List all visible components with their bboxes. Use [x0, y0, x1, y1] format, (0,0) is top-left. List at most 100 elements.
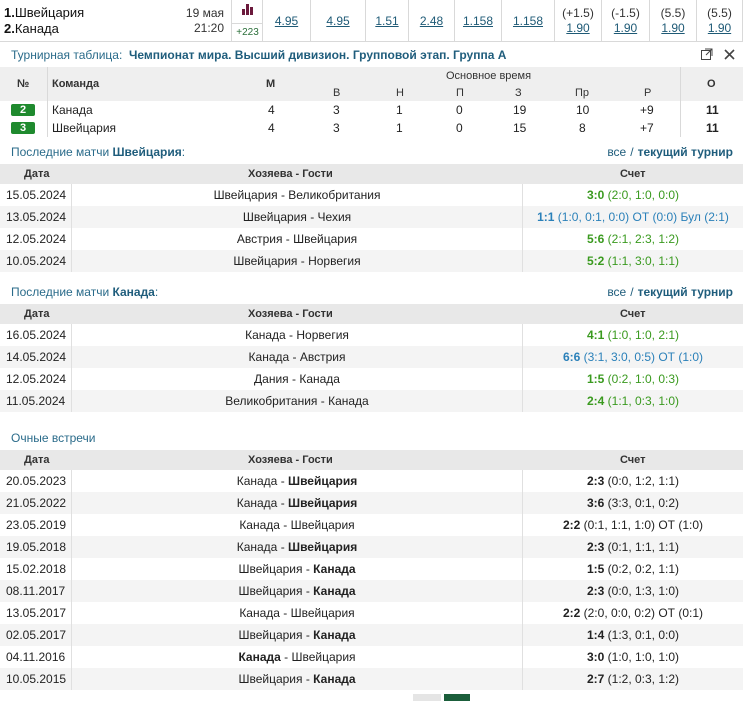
score-final: 3:6 [586, 496, 605, 510]
odds-cell[interactable]: 1.51 [366, 0, 409, 42]
match-teams: Канада - Швейцария [236, 540, 358, 554]
stats-cell[interactable]: +223 [231, 0, 263, 42]
odds-handicap: (-1.5) [611, 6, 640, 20]
odds-cell[interactable]: 1.158 [455, 0, 502, 42]
popout-window-icon[interactable] [700, 48, 713, 63]
table-row[interactable]: 23.05.2019 Канада - Швейцария 2:2 (0:1, 1:… [0, 514, 743, 536]
table-row[interactable]: 14.05.2024 Канада - Австрия 6:6 (3:1, 3:0,… [0, 346, 743, 368]
pager-prev[interactable] [413, 694, 441, 701]
odds-cell[interactable]: (5.5) 1.90 [650, 0, 697, 42]
odds-value[interactable]: 4.95 [263, 14, 310, 28]
table-row[interactable]: 19.05.2018 Канада - Швейцария 2:3 (0:1, 1:… [0, 536, 743, 558]
odds-cell[interactable]: 1.158 [502, 0, 555, 42]
home-team: Канада [248, 350, 290, 364]
standings-row[interactable]: 2 Канада 4 3 1 0 19 10 +9 11 [0, 101, 743, 119]
table-row[interactable]: 11.05.2024 Великобритания - Канада 2:4 (1:… [0, 390, 743, 412]
table-row[interactable]: 08.11.2017 Швейцария - Канада 2:3 (0:0, 1:… [0, 580, 743, 602]
home-team: Швейцария [233, 254, 298, 268]
odds-value[interactable]: 1.90 [697, 21, 742, 35]
match-score: 6:6 (3:1, 3:0, 0:5) ОТ (1:0) [523, 350, 743, 364]
col-games: М [266, 78, 276, 90]
team2-name: Канада [14, 21, 59, 36]
odds-cell[interactable]: (+1.5) 1.90 [555, 0, 602, 42]
odds-cell[interactable]: (5.5) 1.90 [697, 0, 743, 42]
team1: 1.Швейцария [4, 5, 84, 20]
match-score: 2:2 (0:1, 1:1, 1:0) ОТ (1:0) [523, 518, 743, 532]
score-periods: (0:2, 0:2, 1:1) [607, 562, 680, 576]
table-row[interactable]: 13.05.2024 Швейцария - Чехия 1:1 (1:0, 0:1… [0, 206, 743, 228]
match-teams: Канада - Норвегия [245, 328, 349, 342]
table-row[interactable]: 02.05.2017 Швейцария - Канада 1:4 (1:3, 0:… [0, 624, 743, 646]
table-row[interactable]: 10.05.2015 Швейцария - Канада 2:7 (1:2, 0:… [0, 668, 743, 690]
away-team: Австрия [299, 350, 346, 364]
table-row[interactable]: 10.05.2024 Швейцария - Норвегия 5:2 (1:1, … [0, 250, 743, 272]
odds-value[interactable]: 4.95 [311, 14, 365, 28]
home-team: Австрия [236, 232, 283, 246]
date-header: Дата [24, 168, 50, 180]
filter-all-link[interactable]: все [607, 285, 626, 299]
bar-chart-icon[interactable] [242, 4, 253, 15]
team1-name: Швейцария [14, 5, 85, 20]
table-row[interactable]: 15.02.2018 Швейцария - Канада 1:5 (0:2, 0:… [0, 558, 743, 580]
filter-all-link[interactable]: все [607, 145, 626, 159]
odds-value[interactable]: 2.48 [409, 14, 454, 28]
away-team: Канада [299, 372, 340, 386]
match-score: 5:2 (1:1, 3:0, 1:1) [523, 254, 743, 268]
away-team: Швейцария [291, 650, 356, 664]
odds-value[interactable]: 1.90 [555, 21, 601, 35]
match-score: 3:0 (1:0, 1:0, 1:0) [523, 650, 743, 664]
score-periods: (0:1, 1:1, 1:0) ОТ (1:0) [583, 518, 704, 532]
position-badge: 3 [11, 122, 35, 134]
position-badge: 2 [11, 104, 35, 116]
team2: 2.Канада [4, 21, 59, 36]
match-date: 15.05.2024 [6, 188, 67, 202]
odds-value[interactable]: 1.158 [455, 14, 501, 28]
table-row[interactable]: 21.05.2022 Канада - Швейцария 3:6 (3:3, 0:… [0, 492, 743, 514]
score-periods: (2:1, 2:3, 1:2) [607, 232, 680, 246]
match-teams: Швейцария - Великобритания [213, 188, 381, 202]
more-markets-button[interactable]: +223 [232, 23, 263, 41]
table-row[interactable]: 12.05.2024 Австрия - Швейцария 5:6 (2:1, 2… [0, 228, 743, 250]
odds-value[interactable]: 1.90 [602, 21, 649, 35]
score-final: 2:4 [586, 394, 605, 408]
score-periods: (3:1, 3:0, 0:5) ОТ (1:0) [583, 350, 704, 364]
odds-value[interactable]: 1.158 [502, 14, 554, 28]
score-periods: (1:0, 1:0, 2:1) [607, 328, 680, 342]
odds-handicap: (5.5) [707, 6, 732, 20]
close-icon[interactable] [724, 49, 735, 63]
odds-cell[interactable]: (-1.5) 1.90 [602, 0, 650, 42]
event-row[interactable]: 1.Швейцария 2.Канада 19 мая 21:20 +223 4… [0, 0, 743, 42]
match-teams: Австрия - Швейцария [236, 232, 358, 246]
match-date: 10.05.2024 [6, 254, 67, 268]
match-score: 3:6 (3:3, 0:1, 0:2) [523, 496, 743, 510]
table-row[interactable]: 13.05.2017 Канада - Швейцария 2:2 (2:0, 0:… [0, 602, 743, 624]
odds-cell[interactable]: 4.95 [311, 0, 366, 42]
table-row[interactable]: 16.05.2024 Канада - Норвегия 4:1 (1:0, 1:0… [0, 324, 743, 346]
filter-current-link[interactable]: текущий турнир [638, 285, 733, 299]
table-row[interactable]: 12.05.2024 Дания - Канада 1:5 (0:2, 1:0, 0… [0, 368, 743, 390]
away-team: Швейцария [288, 474, 358, 488]
table-row[interactable]: 04.11.2016 Канада - Швейцария 3:0 (1:0, 1:… [0, 646, 743, 668]
score-final: 1:4 [586, 628, 605, 642]
table-row[interactable]: 20.05.2023 Канада - Швейцария 2:3 (0:0, 1:… [0, 470, 743, 492]
match-score: 2:7 (1:2, 0:3, 1:2) [523, 672, 743, 686]
match-score: 1:4 (1:3, 0:1, 0:0) [523, 628, 743, 642]
team1-number: 1. [4, 5, 15, 20]
standings-row[interactable]: 3 Швейцария 4 3 1 0 15 8 +7 11 [0, 119, 743, 137]
match-date: 12.05.2024 [6, 232, 67, 246]
match-score: 4:1 (1:0, 1:0, 2:1) [523, 328, 743, 342]
match-score: 2:4 (1:1, 0:3, 1:0) [523, 394, 743, 408]
canada-title-team: Канада [112, 285, 155, 299]
score-periods: (1:2, 0:3, 1:2) [607, 672, 680, 686]
date-header: Дата [24, 308, 50, 320]
odds-cell[interactable]: 2.48 [409, 0, 455, 42]
odds-value[interactable]: 1.51 [366, 14, 408, 28]
filter-current-link[interactable]: текущий турнир [638, 145, 733, 159]
odds-value[interactable]: 1.90 [650, 21, 696, 35]
home-team: Канада [236, 474, 278, 488]
odds-cell[interactable]: 4.95 [263, 0, 311, 42]
table-row[interactable]: 15.05.2024 Швейцария - Великобритания 3:0 … [0, 184, 743, 206]
score-final: 1:1 [537, 210, 555, 224]
match-date: 08.11.2017 [6, 584, 66, 598]
pager-current[interactable] [444, 694, 470, 701]
